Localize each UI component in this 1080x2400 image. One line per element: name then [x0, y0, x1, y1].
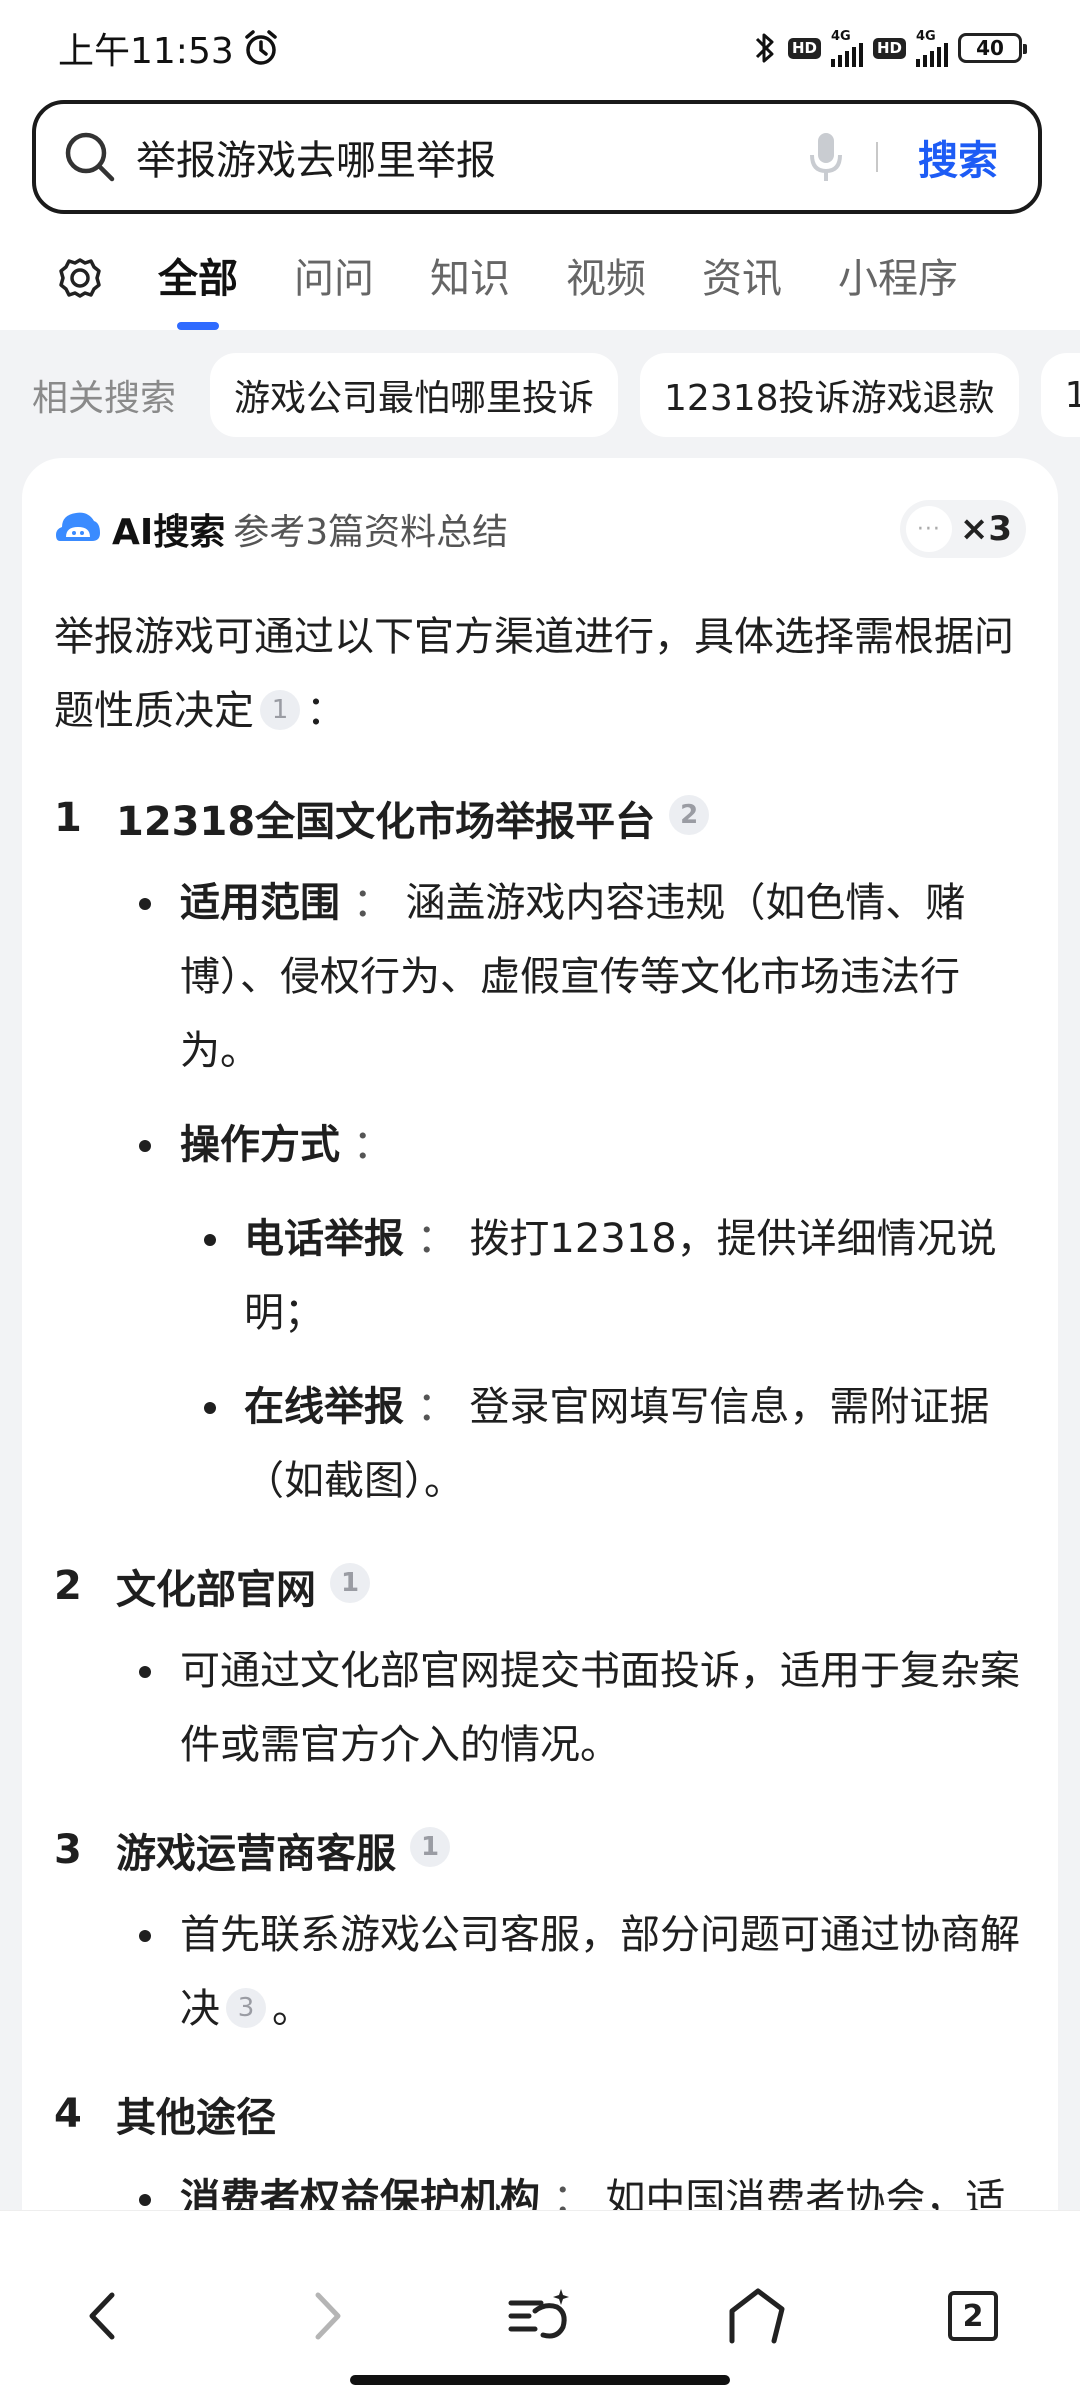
hd-badge: HD	[787, 37, 821, 59]
sub-bullet-list: 电话举报 ： 拨打12318，提供详细情况说明； 在线举报 ： 登录官网填写信息…	[54, 1202, 1026, 1518]
tab-ask[interactable]: 问问	[294, 246, 374, 330]
tab-news[interactable]: 资讯	[702, 246, 782, 330]
section-number: 3	[54, 1827, 82, 1873]
search-input[interactable]: 举报游戏去哪里举报 搜索	[32, 100, 1042, 214]
tab-video[interactable]: 视频	[566, 246, 646, 330]
related-chip[interactable]: 游戏公司最怕哪里投诉	[210, 353, 619, 437]
ai-card-header: AI搜索 参考3篇资料总结 ··· ×3	[54, 458, 1026, 600]
home-icon[interactable]	[722, 2281, 792, 2351]
section-heading: 4 其他途径	[54, 2066, 1026, 2162]
section-title: 文化部官网	[116, 1567, 316, 1613]
tab-all[interactable]: 全部	[158, 246, 238, 330]
search-query[interactable]: 举报游戏去哪里举报	[136, 128, 806, 186]
cellular-signal-icon: 4G	[830, 30, 863, 67]
battery-icon: 40	[958, 33, 1027, 63]
section-number: 2	[54, 1563, 82, 1609]
list-item: 在线举报 ： 登录官网填写信息，需附证据（如截图）。	[54, 1370, 1026, 1518]
tabs-button[interactable]: 2	[938, 2281, 1008, 2351]
tab-mini-program[interactable]: 小程序	[838, 246, 958, 330]
list-item: 首先联系游戏公司客服，部分问题可通过协商解决 3。	[54, 1898, 1026, 2046]
related-chip[interactable]: 12318投诉游戏退款	[640, 353, 1019, 437]
ai-card-subtitle: 参考3篇资料总结	[233, 512, 509, 553]
status-time: 上午11:53	[58, 31, 234, 72]
category-tabs: 全部 问问 知识 视频 资讯 小程序	[0, 246, 1080, 330]
search-divider	[876, 142, 878, 172]
bottom-navigation: 2	[0, 2210, 1080, 2400]
section-heading: 2 文化部官网 1	[54, 1538, 1026, 1634]
section-number: 4	[54, 2091, 82, 2137]
search-button[interactable]: 搜索	[918, 128, 998, 186]
playback-speed-button[interactable]: ··· ×3	[899, 500, 1026, 558]
section-title: 其他途径	[116, 2095, 276, 2141]
list-item: 可通过文化部官网提交书面投诉，适用于复杂案件或需官方介入的情况。	[54, 1634, 1026, 1782]
battery-level: 40	[976, 36, 1004, 60]
search-header: 举报游戏去哪里举报 搜索 全部 问问 知识 视频 资讯 小程序	[0, 96, 1080, 330]
tab-knowledge[interactable]: 知识	[430, 246, 510, 330]
bullet-list: 适用范围 ： 涵盖游戏内容违规（如色情、赌博）、侵权行为、虚假宣传等文化市场违法…	[54, 866, 1026, 1182]
speed-label: ×3	[959, 509, 1012, 549]
list-item: 电话举报 ： 拨打12318，提供详细情况说明；	[54, 1202, 1026, 1350]
bluetooth-icon	[755, 33, 774, 63]
hd-badge: HD	[872, 37, 906, 59]
microphone-icon[interactable]	[806, 129, 846, 185]
status-bar: 上午11:53 HD 4G HD 4G 40	[0, 0, 1080, 96]
gesture-home-bar[interactable]	[350, 2375, 730, 2385]
ai-card-title: AI搜索	[112, 512, 226, 553]
ai-search-logo-icon	[56, 512, 100, 541]
citation-badge[interactable]: 1	[260, 690, 300, 730]
tab-count: 2	[948, 2291, 998, 2341]
more-dots-icon: ···	[905, 506, 952, 552]
related-searches: 相关搜索 游戏公司最怕哪里投诉 12318投诉游戏退款 123	[0, 330, 1080, 460]
section-title: 游戏运营商客服	[116, 1831, 396, 1877]
related-chip[interactable]: 123	[1040, 353, 1080, 437]
ai-assistant-icon[interactable]	[505, 2281, 575, 2351]
section-heading: 1 12318全国文化市场举报平台 2	[54, 770, 1026, 866]
search-icon	[65, 132, 115, 182]
ai-intro: 举报游戏可通过以下官方渠道进行，具体选择需根据问题性质决定 1：	[54, 614, 1014, 734]
list-item: 操作方式 ：	[54, 1108, 1026, 1182]
ai-answer-card: AI搜索 参考3篇资料总结 ··· ×3 举报游戏可通过以下官方渠道进行，具体选…	[22, 458, 1058, 2218]
alarm-icon	[245, 30, 277, 65]
section-title: 12318全国文化市场举报平台	[116, 799, 656, 845]
bullet-list: 可通过文化部官网提交书面投诉，适用于复杂案件或需官方介入的情况。	[54, 1634, 1026, 1782]
section-heading: 3 游戏运营商客服 1	[54, 1802, 1026, 1898]
list-item: 适用范围 ： 涵盖游戏内容违规（如色情、赌博）、侵权行为、虚假宣传等文化市场违法…	[54, 866, 1026, 1088]
section-number: 1	[54, 795, 82, 841]
citation-badge[interactable]: 2	[669, 795, 710, 835]
citation-badge[interactable]: 3	[226, 1988, 266, 2028]
citation-badge[interactable]: 1	[410, 1827, 450, 1867]
gear-icon[interactable]	[50, 248, 110, 308]
forward-arrow-icon[interactable]	[290, 2281, 360, 2351]
related-label: 相关搜索	[32, 378, 177, 419]
cellular-signal-icon: 4G	[916, 30, 948, 67]
bullet-list: 首先联系游戏公司客服，部分问题可通过协商解决 3。	[54, 1898, 1026, 2046]
citation-badge[interactable]: 1	[330, 1563, 370, 1603]
back-arrow-icon[interactable]	[70, 2281, 140, 2351]
